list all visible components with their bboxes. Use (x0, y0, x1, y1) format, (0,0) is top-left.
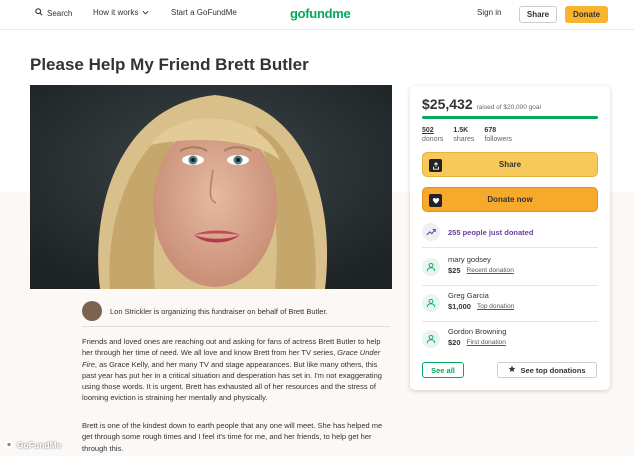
donation-info: Gordon Browning $20 First donation (448, 326, 506, 348)
share-button[interactable]: Share (422, 152, 598, 177)
see-all-button[interactable]: See all (422, 362, 464, 378)
campaign-title: Please Help My Friend Brett Butler (30, 55, 309, 74)
see-top-donations-label: See top donations (520, 365, 586, 375)
share-label: Share (498, 160, 522, 169)
search-icon (35, 8, 43, 18)
donate-now-button[interactable]: Donate now (422, 187, 598, 212)
donor-icon (422, 330, 440, 348)
donation-tag[interactable]: Top donation (477, 301, 514, 312)
story-text: Friends and loved ones are reaching out … (82, 337, 381, 358)
stat-donors[interactable]: 502 donors (422, 126, 443, 144)
raised-summary: $25,432 raised of $20,000 goal (422, 96, 541, 112)
goal-text: raised of $20,000 goal (476, 104, 541, 111)
stat-shares: 1.5K shares (453, 126, 474, 144)
donate-button-top[interactable]: Donate (565, 6, 608, 23)
star-icon (508, 365, 516, 375)
divider (422, 247, 598, 248)
search-link[interactable]: Search (35, 8, 72, 18)
stat-followers: 678 followers (484, 126, 512, 144)
stats-row: 502 donors 1.5K shares 678 followers (422, 126, 512, 144)
donation-amount: $25 (448, 266, 461, 275)
recent-activity: 255 people just donated (422, 220, 598, 244)
donation-row: Gordon Browning $20 First donation (422, 326, 598, 352)
donate-icon (429, 194, 442, 207)
how-it-works-label: How it works (93, 8, 139, 17)
stat-value: 502 (422, 127, 434, 134)
progress-bar (422, 116, 598, 119)
see-top-donations-button[interactable]: See top donations (497, 362, 597, 378)
start-gofundme-link[interactable]: Start a GoFundMe (171, 8, 237, 17)
raised-amount: $25,432 (422, 96, 473, 112)
donation-amount: $20 (448, 338, 461, 347)
donation-info: mary godsey $25 Recent donation (448, 254, 514, 276)
story-text: , as Grace Kelly, and her many TV and st… (82, 359, 382, 403)
donor-name: mary godsey (448, 255, 491, 264)
story-paragraph: Friends and loved ones are reaching out … (82, 336, 392, 404)
how-it-works-link[interactable]: How it works (93, 8, 149, 17)
signin-label: Sign in (477, 8, 502, 17)
donation-tag[interactable]: First donation (467, 337, 506, 348)
gofundme-watermark: GoFundMe (4, 440, 61, 450)
portrait-image (30, 85, 392, 289)
donation-info: Greg Garcia $1,000 Top donation (448, 290, 514, 312)
donation-card: $25,432 raised of $20,000 goal 502 donor… (410, 86, 610, 390)
search-label: Search (47, 8, 73, 18)
signin-link[interactable]: Sign in (477, 8, 501, 17)
campaign-photo (30, 85, 392, 289)
gofundme-logo[interactable]: gofundme (290, 6, 351, 21)
divider (422, 285, 598, 286)
stat-label: donors (422, 136, 444, 143)
share-icon (429, 159, 442, 172)
organizer-row: Lon Strickler is organizing this fundrai… (82, 300, 390, 322)
donor-icon (422, 294, 440, 312)
share-button-top[interactable]: Share (519, 6, 557, 23)
donation-row: mary godsey $25 Recent donation (422, 254, 598, 280)
divider (82, 326, 390, 327)
donor-name: Gordon Browning (448, 327, 507, 336)
top-nav: Search How it works Start a GoFundMe gof… (0, 0, 634, 30)
stat-value: 678 (484, 127, 497, 134)
donate-now-label: Donate now (487, 195, 533, 204)
chevron-down-icon (142, 8, 149, 17)
organizer-avatar[interactable] (82, 301, 102, 321)
donation-amount: $1,000 (448, 302, 471, 311)
donation-row: Greg Garcia $1,000 Top donation (422, 290, 598, 316)
story-paragraph: Brett is one of the kindest down to eart… (82, 421, 383, 453)
camera-icon (4, 440, 14, 450)
divider (422, 321, 598, 322)
stat-label: shares (453, 136, 475, 143)
donor-name: Greg Garcia (448, 291, 489, 300)
recent-donations-text: 255 people just donated (448, 227, 534, 237)
stat-value: 1.5K (453, 127, 469, 134)
organizer-text: Lon Strickler is organizing this fundrai… (110, 306, 328, 316)
stat-label: followers (484, 136, 513, 143)
progress-fill (422, 116, 598, 119)
donation-tag[interactable]: Recent donation (467, 265, 514, 276)
donor-icon (422, 258, 440, 276)
trending-up-icon (422, 223, 440, 241)
watermark-text: GoFundMe (17, 440, 62, 450)
start-label: Start a GoFundMe (171, 8, 237, 17)
